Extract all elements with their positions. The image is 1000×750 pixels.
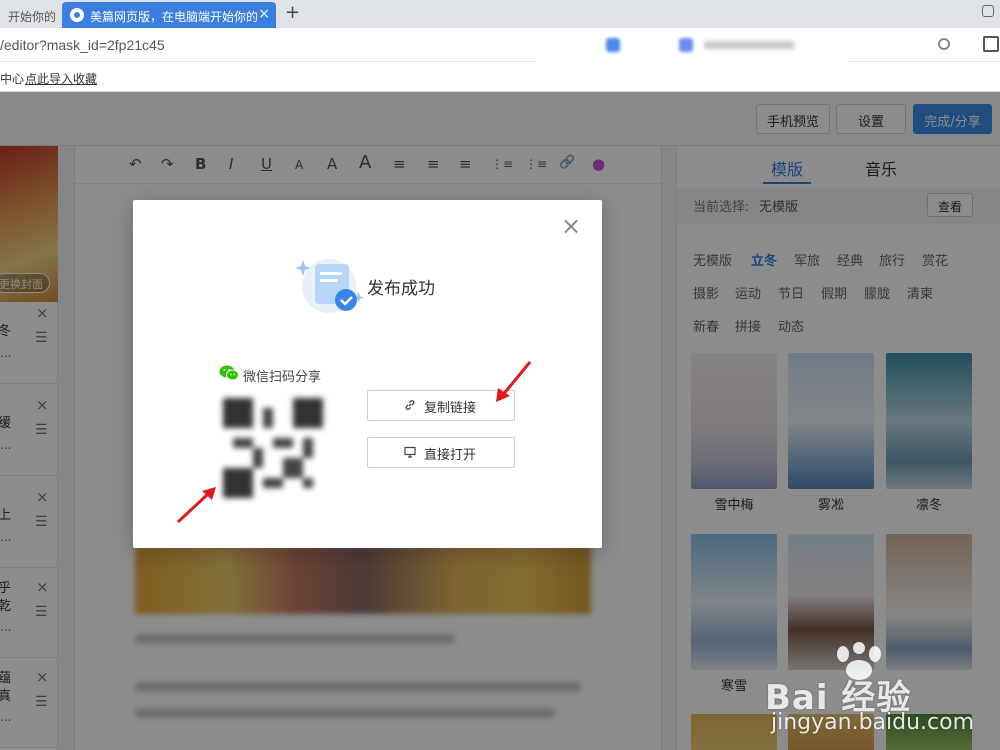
browser-tab-active[interactable]: 美篇网页版，在电脑端开始你的 ×	[62, 2, 276, 28]
link-icon	[405, 400, 415, 410]
bookmarks-bar: 中心 点此导入收藏	[0, 62, 1000, 92]
apps-grid-icon[interactable]	[983, 36, 999, 52]
dialog-title: 发布成功	[367, 279, 435, 299]
annotation-arrow-icon	[496, 361, 532, 402]
browser-tab-active-label: 美篇网页版，在电脑端开始你的	[90, 10, 259, 24]
meipian-favicon-icon	[70, 8, 84, 22]
tab-close-icon[interactable]: ×	[258, 6, 270, 22]
account-icon[interactable]	[679, 38, 693, 52]
new-tab-button[interactable]: +	[285, 2, 300, 23]
share-qr-code	[223, 398, 323, 498]
wechat-share-label: 微信扫码分享	[243, 370, 322, 385]
publish-success-icon	[295, 259, 363, 313]
browser-tab-1-label: 开始你的	[8, 10, 57, 24]
browser-tab-bar: 开始你的 美篇网页版，在电脑端开始你的 × +	[0, 0, 1000, 28]
account-name-redacted	[704, 41, 794, 49]
close-icon[interactable]: ×	[561, 214, 581, 238]
watermark-url: jingyan.baidu.com	[771, 710, 975, 735]
address-bar: /editor?mask_id=2fp21c45	[0, 28, 1000, 90]
annotation-arrow-icon	[176, 487, 216, 524]
bookmark-item[interactable]: 中心	[0, 70, 24, 87]
baidu-jingyan-watermark: Bai 经验 jingyan.baidu.com	[765, 640, 995, 745]
bookmark-import-link[interactable]: 点此导入收藏	[25, 70, 97, 87]
browser-tab-1[interactable]: 开始你的	[0, 2, 58, 28]
window-menu-icon[interactable]	[982, 5, 994, 17]
monitor-icon	[404, 446, 416, 458]
open-directly-button[interactable]: 直接打开	[367, 437, 515, 468]
search-icon[interactable]	[938, 38, 950, 50]
open-directly-label: 直接打开	[424, 448, 477, 463]
copy-link-label: 复制链接	[424, 401, 477, 416]
wechat-icon	[219, 365, 239, 381]
url-text[interactable]: /editor?mask_id=2fp21c45	[0, 37, 165, 53]
extension-icon[interactable]	[606, 38, 620, 52]
